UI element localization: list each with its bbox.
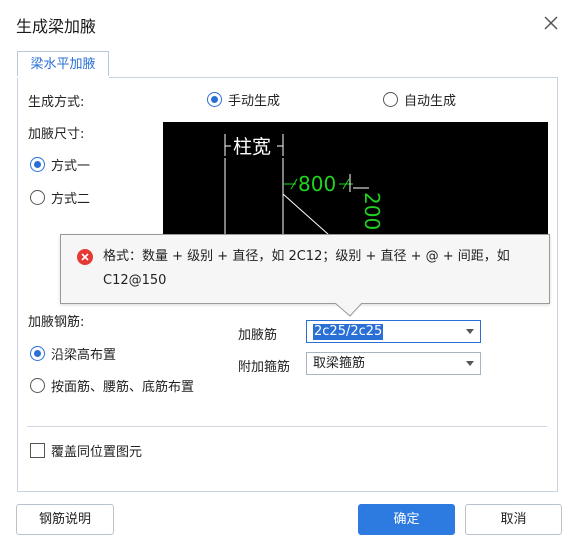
haunch-size-label: 加腋尺寸: [28,127,85,142]
radio-manual-generate[interactable]: 手动生成 [207,90,280,109]
radio-label: 自动生成 [404,94,457,109]
overwrite-same-position-checkbox[interactable]: 覆盖同位置图元 [30,441,142,460]
additional-stirrup-label: 附加箍筋 [238,360,291,375]
haunch-bar-label: 加腋筋 [238,328,278,343]
close-icon [544,16,558,30]
tab-underline [17,76,109,78]
radio-indicator [30,378,45,393]
radio-along-beam-height[interactable]: 沿梁高布置 [30,344,116,363]
dialog-title: 生成梁加腋 [16,17,97,36]
ok-button[interactable]: 确定 [358,504,455,535]
cancel-button[interactable]: 取消 [465,504,562,535]
radio-by-top-waist-bottom[interactable]: 按面筋、腰筋、底筋布置 [30,376,194,395]
column-width-text: 柱宽 [233,136,271,158]
radio-indicator [30,190,45,205]
chevron-down-icon [466,329,474,334]
chevron-down-icon [466,361,474,366]
additional-stirrup-combo[interactable]: 取梁箍筋 [306,352,481,375]
radio-label: 方式二 [51,192,91,207]
radio-label: 方式一 [51,159,91,174]
radio-method-two[interactable]: 方式二 [30,188,90,207]
haunch-bar-combo[interactable]: 2c25/2c25 [306,320,481,343]
close-button[interactable] [540,12,562,34]
tooltip-message: 格式：数量 + 级别 + 直径，如 2C12；级别 + 直径 + @ + 间距，… [103,249,510,288]
generation-method-label: 生成方式: [28,95,85,110]
radio-method-one[interactable]: 方式一 [30,155,90,174]
haunch-rebar-label: 加腋钢筋: [28,315,85,330]
checkbox-box [30,443,45,458]
error-icon [77,249,93,265]
checkbox-label: 覆盖同位置图元 [51,445,143,460]
radio-auto-generate[interactable]: 自动生成 [383,90,456,109]
rebar-help-button[interactable]: 钢筋说明 [16,504,114,535]
radio-label: 按面筋、腰筋、底筋布置 [51,380,195,395]
title-bar: 生成梁加腋 [0,0,574,46]
error-tooltip: 格式：数量 + 级别 + 直径，如 2C12；级别 + 直径 + @ + 间距，… [60,234,550,304]
radio-indicator [30,157,45,172]
dim-horizontal-text: 800 [298,172,336,196]
radio-indicator [207,92,222,107]
radio-indicator [30,346,45,361]
tooltip-pointer [334,302,363,317]
separator-line [27,426,547,427]
dim-vertical-text: 200 [360,192,384,230]
radio-indicator [383,92,398,107]
radio-label: 沿梁高布置 [51,348,117,363]
additional-stirrup-value: 取梁箍筋 [313,356,366,371]
tab-beam-horizontal-haunch[interactable]: 梁水平加腋 [17,51,109,78]
haunch-bar-value: 2c25/2c25 [313,324,384,340]
radio-label: 手动生成 [228,94,281,109]
